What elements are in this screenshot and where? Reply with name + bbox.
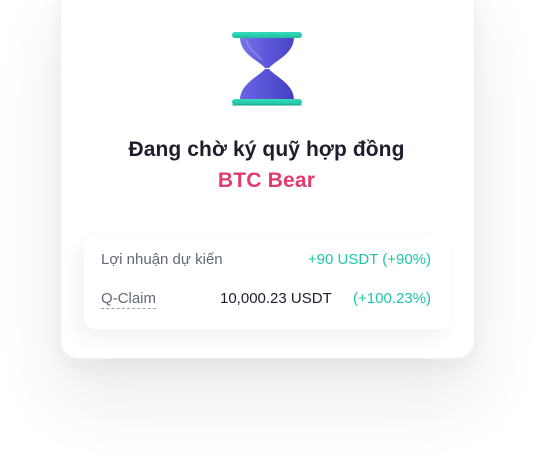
contract-name: BTC Bear [217, 169, 316, 192]
status-title: Đang chờ ký quỹ hợp đồng [128, 138, 405, 161]
expected-profit-value: +90 USDT (+90%) [307, 251, 431, 268]
q-claim-percent: (+100.23%) [353, 290, 431, 307]
details-panel [84, 236, 451, 329]
q-claim-amount: 10,000.23 USDT [220, 290, 332, 307]
q-claim-label[interactable]: Q-Claim [101, 290, 156, 309]
hourglass-icon [232, 32, 302, 106]
expected-profit-label: Lợi nhuận dự kiến [101, 251, 223, 268]
page: Đang chờ ký quỹ hợp đồng BTC Bear Lợi nh… [0, 0, 533, 466]
